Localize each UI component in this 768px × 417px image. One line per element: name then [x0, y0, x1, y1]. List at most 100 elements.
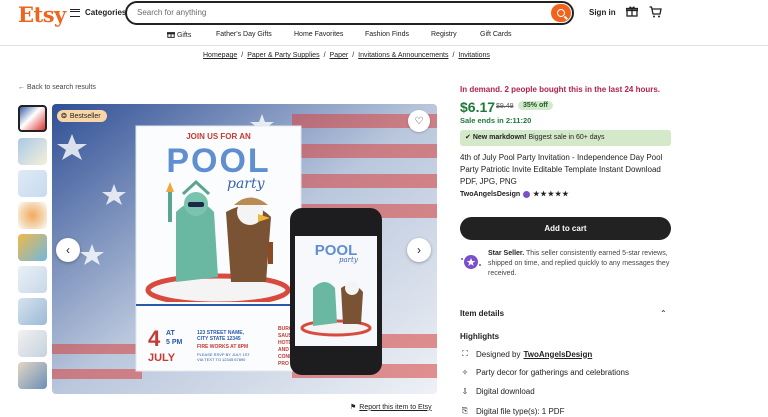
next-image-button[interactable]: › [407, 238, 431, 262]
star-seller-badge-icon [523, 190, 531, 198]
breadcrumb-invitations[interactable]: Invitations [458, 52, 490, 59]
report-item-link[interactable]: ⚑ Report this item to Etsy [350, 403, 432, 412]
thumbnail-8[interactable] [18, 330, 47, 357]
nav-item-gifts[interactable]: Gifts [167, 31, 191, 39]
categories-label: Categories [85, 8, 127, 17]
designed-by-row: ⛶ Designed by TwoAngelsDesign [460, 349, 592, 359]
heart-icon: ♡ [414, 115, 424, 127]
breadcrumb-separator: / [323, 52, 326, 59]
discount-badge: 35% off [518, 101, 553, 110]
flyer-top-text: JOIN US FOR AN [186, 132, 251, 141]
designed-by-prefix: Designed by [476, 349, 521, 359]
gift-icon[interactable] [626, 6, 638, 17]
markdown-banner: ✔ New markdown! Biggest sale in 60+ days [460, 130, 671, 146]
thumbnail-5[interactable] [18, 234, 47, 261]
breadcrumb-separator: / [352, 52, 355, 59]
markdown-text: Biggest sale in 60+ days [528, 134, 605, 141]
highlights-heading: Highlights [460, 332, 500, 341]
phone-headline: POOL [314, 242, 358, 259]
file-type-text: Digital file type(s): 1 PDF [476, 406, 565, 416]
breadcrumb-separator: / [241, 52, 244, 59]
nav-item-home-favorites[interactable]: Home Favorites [294, 31, 343, 38]
sale-price: $6.17 [460, 99, 496, 115]
demand-notice: In demand. 2 people bought this in the l… [460, 85, 661, 94]
breadcrumb-paper-party-supplies[interactable]: Paper & Party Supplies [247, 52, 319, 59]
cart-icon[interactable] [649, 6, 662, 18]
flyer-date-at: AT [166, 330, 175, 337]
nav-item-fathers-day-gifts[interactable]: Father's Day Gifts [216, 31, 272, 38]
thumbnail-9[interactable] [18, 362, 47, 389]
item-details-heading[interactable]: Item details [460, 309, 504, 318]
breadcrumb: Homepage / Paper & Party Supplies / Pape… [203, 52, 490, 59]
party-decor-row: ✧ Party decor for gatherings and celebra… [460, 368, 629, 377]
listing-main-image[interactable]: JOIN US FOR AN POOL party 4 AT 5 PM JULY… [52, 104, 437, 394]
chevron-left-icon: ‹ [66, 243, 70, 257]
breadcrumb-invitations-announcements[interactable]: Invitations & Announcements [358, 52, 448, 59]
phone-mockup: POOL party [290, 208, 382, 375]
statue-of-liberty-illustration [145, 179, 291, 302]
flag-icon: ⚑ [350, 404, 357, 411]
flyer-rsvp: PLEASE RSVP BY JULY 1ST VIA TEXT TO 1234… [197, 352, 250, 362]
menu-icon [70, 8, 80, 17]
breadcrumb-separator: / [452, 52, 455, 59]
medal-icon: ❂ [61, 113, 67, 120]
shop-name-link[interactable]: TwoAngelsDesign [460, 191, 520, 198]
nav-item-gifts-label: Gifts [176, 32, 192, 39]
listing-title: 4th of July Pool Party Invitation - Inde… [460, 153, 663, 186]
search-icon [557, 9, 565, 17]
previous-image-button[interactable]: ‹ [56, 238, 80, 262]
bestseller-badge: ❂ Bestseller [57, 110, 107, 122]
paperclip-icon: ⎘ [461, 406, 469, 415]
back-to-search-label: Back to search results [26, 84, 96, 91]
rating-stars[interactable]: ★★★★★ [533, 190, 569, 198]
markdown-label: New markdown! [472, 134, 527, 141]
search-bar[interactable]: Search for anything [125, 1, 574, 25]
original-price: $9.49 [496, 103, 514, 110]
thumbnail-6[interactable] [18, 266, 47, 293]
nav-item-gift-cards[interactable]: Gift Cards [480, 31, 512, 38]
search-input[interactable]: Search for anything [137, 8, 206, 17]
star-seller-icon [461, 255, 481, 269]
digital-download-row: ⇩ Digital download [460, 387, 535, 396]
categories-button[interactable]: Categories [70, 8, 126, 17]
file-type-row: ⎘ Digital file type(s): 1 PDF [460, 406, 565, 416]
chevron-right-icon: › [417, 243, 421, 257]
designer-link[interactable]: TwoAngelsDesign [523, 350, 592, 359]
phone-illustration [300, 281, 372, 337]
gift-icon [167, 32, 175, 38]
arrow-left-icon: ← [18, 84, 25, 91]
phone-screen: POOL party [295, 236, 377, 346]
add-to-cart-button[interactable]: Add to cart [460, 217, 671, 240]
back-to-search-link[interactable]: ← Back to search results [18, 84, 96, 91]
thumbnail-4[interactable] [18, 202, 47, 229]
breadcrumb-paper[interactable]: Paper [330, 52, 349, 59]
design-tool-icon: ⛶ [462, 349, 468, 358]
thumbnail-3[interactable] [18, 170, 47, 197]
flyer-date-month: JULY [148, 352, 176, 364]
star-seller-title: Star Seller. [488, 250, 525, 257]
sale-countdown: Sale ends in 2:11:20 [460, 116, 532, 125]
etsy-logo[interactable]: Etsy [18, 2, 66, 27]
search-button[interactable] [551, 4, 571, 22]
report-item-label: Report this item to Etsy [359, 403, 432, 411]
favorite-button[interactable]: ♡ [408, 110, 430, 132]
nav-item-fashion-finds[interactable]: Fashion Finds [365, 31, 409, 38]
party-popper-icon: ✧ [461, 368, 469, 377]
flyer-date-time: 5 PM [166, 339, 183, 346]
chevron-up-icon[interactable]: ⌃ [660, 309, 667, 318]
bestseller-label: Bestseller [69, 112, 101, 120]
breadcrumb-homepage[interactable]: Homepage [203, 52, 237, 59]
flyer-fireworks: FIRE WORKS AT 8PM [197, 344, 249, 350]
thumbnail-1[interactable] [18, 105, 47, 132]
star-seller-description: Star Seller. This seller consistently ea… [488, 249, 670, 279]
thumbnail-7[interactable] [18, 298, 47, 325]
flyer-address: 123 STREET NAME, CITY STATE 12345 [197, 330, 244, 342]
sign-in-link[interactable]: Sign in [589, 8, 616, 17]
thumbnail-2[interactable] [18, 138, 47, 165]
flyer-date-number: 4 [148, 326, 161, 351]
party-decor-text: Party decor for gatherings and celebrati… [476, 368, 629, 377]
nav-item-registry[interactable]: Registry [431, 31, 457, 38]
digital-download-text: Digital download [476, 387, 535, 396]
download-icon: ⇩ [461, 387, 469, 396]
shop-info: TwoAngelsDesign ★★★★★ [460, 190, 570, 198]
